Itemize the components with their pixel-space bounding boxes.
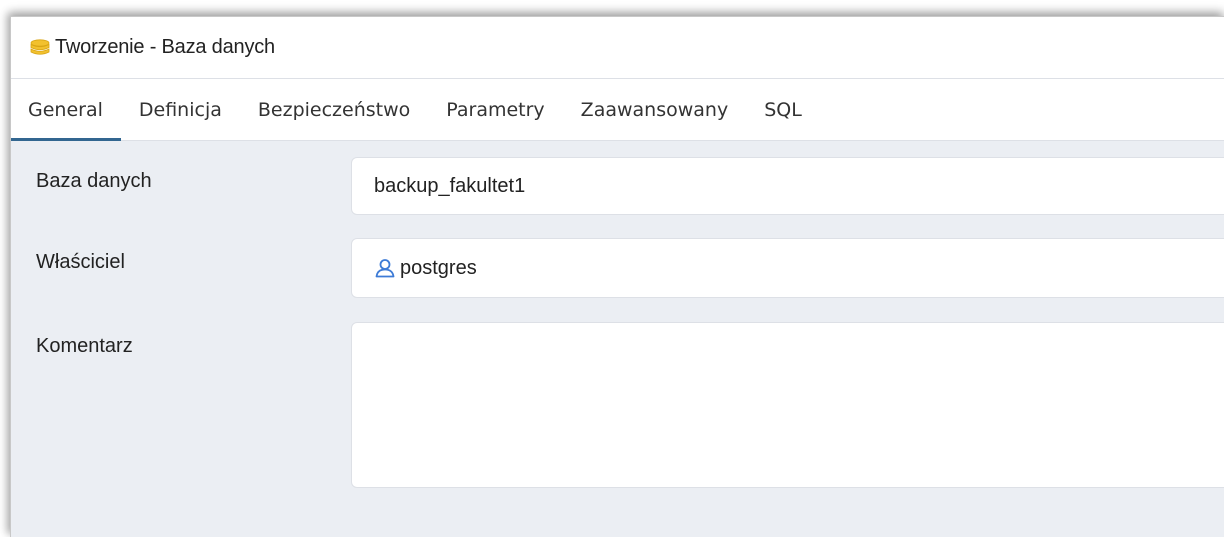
owner-select[interactable]: postgres bbox=[351, 238, 1224, 298]
database-name-value: backup_fakultet1 bbox=[374, 174, 526, 197]
tab-general[interactable]: General bbox=[11, 79, 121, 141]
general-tab-panel: Baza danych backup_fakultet1 Właściciel … bbox=[11, 141, 1224, 537]
tab-bezpieczenstwo[interactable]: Bezpieczeństwo bbox=[240, 79, 428, 140]
dialog-title: Tworzenie - Baza danych bbox=[55, 36, 275, 58]
comment-textarea[interactable] bbox=[351, 322, 1224, 488]
tab-zaawansowany[interactable]: Zaawansowany bbox=[563, 79, 747, 140]
owner-value: postgres bbox=[400, 256, 477, 279]
create-database-dialog: Tworzenie - Baza danych General Definicj… bbox=[10, 16, 1224, 537]
database-icon bbox=[29, 38, 51, 57]
tab-bar: General Definicja Bezpieczeństwo Paramet… bbox=[11, 79, 1224, 141]
tab-definicja[interactable]: Definicja bbox=[121, 79, 240, 140]
database-name-input[interactable]: backup_fakultet1 bbox=[351, 157, 1224, 215]
dialog-titlebar: Tworzenie - Baza danych bbox=[11, 17, 1224, 79]
comment-label: Komentarz bbox=[36, 335, 133, 357]
tab-parametry[interactable]: Parametry bbox=[428, 79, 562, 140]
tab-sql[interactable]: SQL bbox=[746, 79, 820, 140]
user-icon bbox=[374, 257, 396, 279]
database-name-label: Baza danych bbox=[36, 170, 152, 192]
owner-label: Właściciel bbox=[36, 251, 125, 273]
